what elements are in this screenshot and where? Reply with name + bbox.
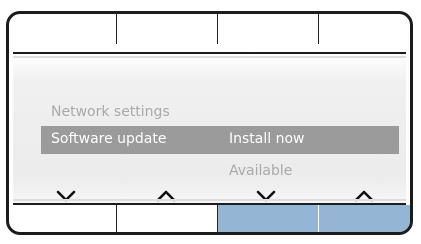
top-soft-keys [9, 14, 410, 50]
chevron-down-icon [56, 190, 76, 202]
menu-item-status-value: Available [229, 163, 293, 179]
device-display-frame: Network settings Software update Install… [6, 11, 413, 235]
top-soft-key-1[interactable] [9, 14, 116, 44]
bottom-soft-key-4[interactable] [318, 205, 410, 232]
menu-item-label: Software update [51, 131, 167, 147]
lcd-screen: Network settings Software update Install… [13, 52, 406, 205]
menu-item-label: Network settings [51, 104, 170, 120]
chevron-up-icon [354, 190, 374, 202]
menu-item-value: Install now [229, 131, 305, 147]
top-soft-key-3[interactable] [217, 14, 318, 44]
menu-item-software-update[interactable]: Software update Install now [41, 126, 399, 154]
chevron-up-icon [156, 190, 176, 202]
chevron-down-icon [256, 190, 276, 202]
bottom-soft-key-2[interactable] [116, 205, 217, 232]
top-soft-key-4[interactable] [318, 14, 410, 44]
bottom-soft-key-3[interactable] [217, 205, 318, 232]
bottom-soft-keys [9, 205, 410, 232]
bottom-soft-key-1[interactable] [9, 205, 116, 232]
top-soft-key-2[interactable] [116, 14, 217, 44]
